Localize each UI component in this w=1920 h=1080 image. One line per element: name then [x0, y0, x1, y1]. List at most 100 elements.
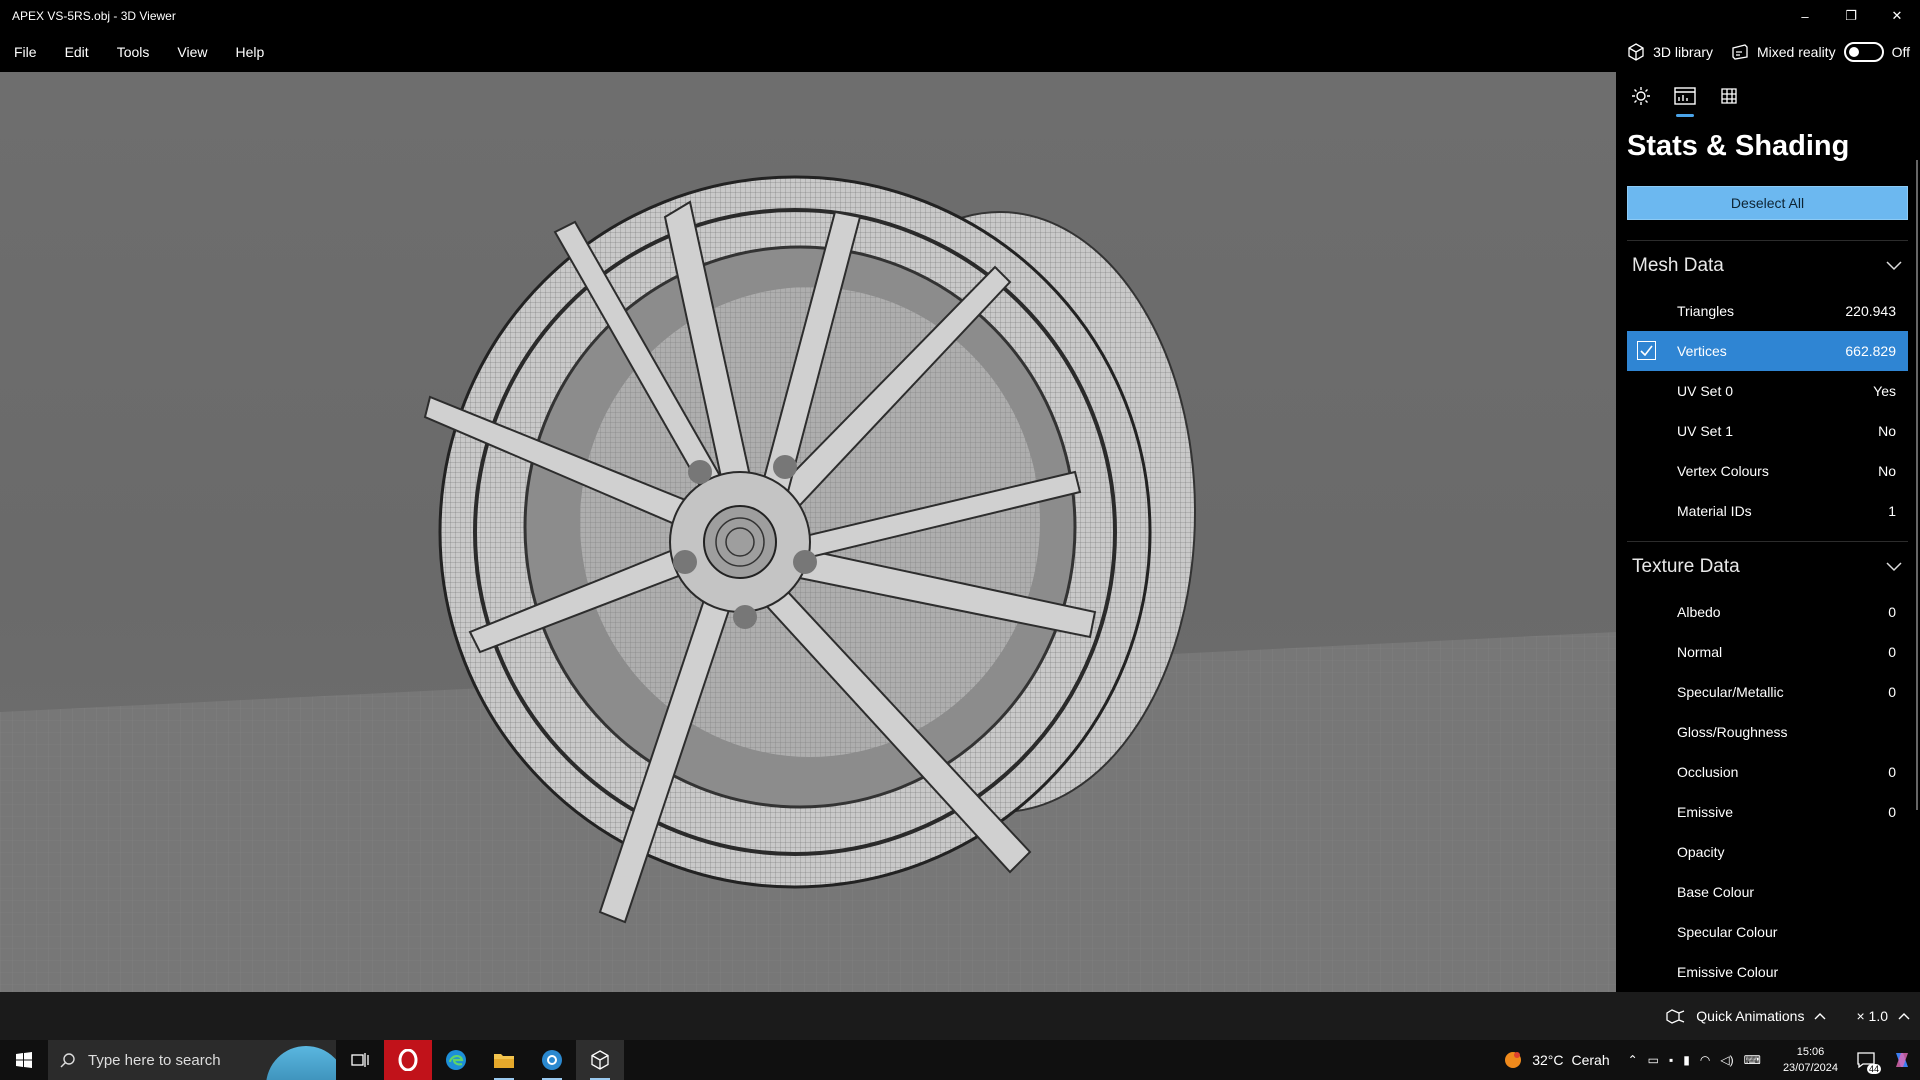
search-icon	[60, 1053, 75, 1068]
row-label: Specular Colour	[1677, 924, 1778, 940]
stats-panel: Stats & Shading Deselect All Mesh Data T…	[1616, 72, 1920, 992]
texture-row-occlusion[interactable]: Occlusion 0	[1627, 752, 1908, 792]
3d-viewer-icon	[591, 1050, 609, 1070]
mesh-row-vertex-colours[interactable]: Vertex Colours No	[1627, 451, 1908, 491]
chevron-down-icon	[1886, 261, 1902, 271]
edge-app[interactable]	[432, 1040, 480, 1080]
minimize-button[interactable]: –	[1782, 0, 1828, 32]
menu-bar: File Edit Tools View Help 3D library Mix…	[0, 32, 1920, 72]
3d-library-label: 3D library	[1653, 44, 1713, 60]
weather-sun-icon	[1505, 1052, 1522, 1068]
texture-row-emissive[interactable]: Emissive 0	[1627, 792, 1908, 832]
texture-data-header[interactable]: Texture Data	[1627, 542, 1908, 592]
toggle-knob	[1848, 47, 1859, 57]
window-title: APEX VS-5RS.obj - 3D Viewer	[12, 9, 176, 23]
panel-title: Stats & Shading	[1627, 130, 1850, 162]
window-controls: – ❐ ✕	[1782, 0, 1920, 32]
folder-icon	[494, 1054, 514, 1068]
taskbar-search[interactable]: Type here to search	[48, 1040, 336, 1080]
row-label: Gloss/Roughness	[1677, 724, 1788, 740]
mixed-reality-icon	[1732, 44, 1748, 60]
chevron-down-icon	[1886, 562, 1902, 572]
mixed-reality-state: Off	[1891, 44, 1910, 60]
volume-icon[interactable]: ◁)	[1720, 1053, 1733, 1067]
task-view-button[interactable]	[336, 1040, 384, 1080]
mesh-row-uv-set-0[interactable]: UV Set 0 Yes	[1627, 371, 1908, 411]
panel-scrollbar[interactable]	[1916, 160, 1918, 810]
row-label: Opacity	[1677, 844, 1725, 860]
display-icon[interactable]: ▭	[1648, 1053, 1659, 1067]
row-label: Albedo	[1677, 604, 1721, 620]
sun-icon	[1632, 87, 1650, 105]
row-label: UV Set 0	[1677, 383, 1734, 399]
mesh-row-material-ids[interactable]: Material IDs 1	[1627, 491, 1908, 531]
battery-icon[interactable]: ▮	[1683, 1053, 1690, 1067]
texture-row-albedo[interactable]: Albedo 0	[1627, 592, 1908, 632]
texture-row-base-colour[interactable]: Base Colour	[1627, 872, 1908, 912]
mesh-data-header[interactable]: Mesh Data	[1627, 241, 1908, 291]
deselect-all-button[interactable]: Deselect All	[1627, 186, 1908, 220]
copilot-button[interactable]	[1884, 1040, 1920, 1080]
edge-icon	[446, 1050, 466, 1070]
texture-row-normal[interactable]: Normal 0	[1627, 632, 1908, 672]
tab-grid[interactable]	[1714, 81, 1744, 111]
weather-text: Cerah	[1571, 1052, 1610, 1068]
close-button[interactable]: ✕	[1874, 0, 1920, 32]
file-explorer-app[interactable]	[480, 1040, 528, 1080]
status-bar: Quick Animations × 1.0	[0, 992, 1920, 1040]
meet-icon[interactable]: ▪	[1669, 1053, 1673, 1067]
menu-edit[interactable]: Edit	[51, 32, 103, 72]
tab-stats-shading[interactable]	[1670, 81, 1700, 117]
system-tray: 32°C Cerah ⌃ ▭ ▪ ▮ ◠ ◁) ⌨ 15:06 23/07/20…	[1502, 1040, 1920, 1080]
menu-view[interactable]: View	[163, 32, 221, 72]
checkbox-icon[interactable]	[1637, 341, 1656, 360]
row-value: No	[1878, 463, 1896, 479]
menu-tools[interactable]: Tools	[103, 32, 164, 72]
texture-row-opacity[interactable]: Opacity	[1627, 832, 1908, 872]
animation-icon	[1666, 1009, 1685, 1024]
row-label: Base Colour	[1677, 884, 1755, 900]
tab-lighting[interactable]	[1626, 81, 1656, 111]
menu-file[interactable]: File	[0, 32, 51, 72]
3d-library-button[interactable]: 3D library	[1627, 43, 1713, 61]
start-button[interactable]	[0, 1040, 48, 1080]
3d-viewport[interactable]	[0, 72, 1616, 992]
mesh-row-triangles[interactable]: Triangles 220.943	[1627, 291, 1908, 331]
clock-date: 23/07/2024	[1782, 1062, 1838, 1074]
mesh-row-vertices[interactable]: Vertices 662.829	[1627, 331, 1908, 371]
mesh-row-uv-set-1[interactable]: UV Set 1 No	[1627, 411, 1908, 451]
row-value: No	[1878, 423, 1896, 439]
row-label: Material IDs	[1677, 503, 1752, 519]
stats-icon	[1674, 87, 1696, 105]
texture-row-specular-metallic[interactable]: Specular/Metallic 0	[1627, 672, 1908, 712]
3d-viewer-app[interactable]	[576, 1040, 624, 1080]
texture-data-title: Texture Data	[1632, 556, 1740, 577]
notification-center[interactable]: 44	[1848, 1040, 1884, 1080]
keyboard-icon[interactable]: ⌨	[1744, 1053, 1761, 1067]
row-value: 662.829	[1845, 343, 1896, 359]
menu-help[interactable]: Help	[221, 32, 278, 72]
restore-button[interactable]: ❐	[1828, 0, 1874, 32]
texture-row-emissive-colour[interactable]: Emissive Colour	[1627, 952, 1908, 992]
row-label: Emissive Colour	[1677, 964, 1779, 980]
chevron-up-icon[interactable]: ⌃	[1628, 1053, 1638, 1067]
weather-widget[interactable]: 32°C Cerah	[1502, 1049, 1627, 1071]
task-view-icon	[351, 1053, 369, 1067]
mixed-reality-group: Mixed reality Off	[1731, 42, 1910, 62]
texture-row-gloss-roughness[interactable]: Gloss/Roughness	[1627, 712, 1908, 752]
row-value: 0	[1888, 604, 1896, 620]
mesh-data-title: Mesh Data	[1632, 255, 1724, 276]
texture-row-specular-colour[interactable]: Specular Colour	[1627, 912, 1908, 952]
title-bar: APEX VS-5RS.obj - 3D Viewer – ❐ ✕	[0, 0, 1920, 32]
browser-app[interactable]	[528, 1040, 576, 1080]
mixed-reality-toggle[interactable]	[1843, 42, 1884, 62]
speed-value[interactable]: × 1.0	[1856, 1008, 1888, 1024]
row-label: Emissive	[1677, 804, 1734, 820]
taskbar: Type here to search 32°C Cerah ⌃ ▭ ▪ ▮ ◠…	[0, 1040, 1920, 1080]
quick-animations-button[interactable]: Quick Animations	[1696, 1008, 1804, 1024]
opera-app[interactable]	[384, 1040, 432, 1080]
grid-icon	[1721, 88, 1737, 104]
clock[interactable]: 15:06 23/07/2024	[1773, 1044, 1848, 1076]
panel-tabs	[1616, 72, 1920, 120]
wifi-icon[interactable]: ◠	[1700, 1053, 1710, 1067]
